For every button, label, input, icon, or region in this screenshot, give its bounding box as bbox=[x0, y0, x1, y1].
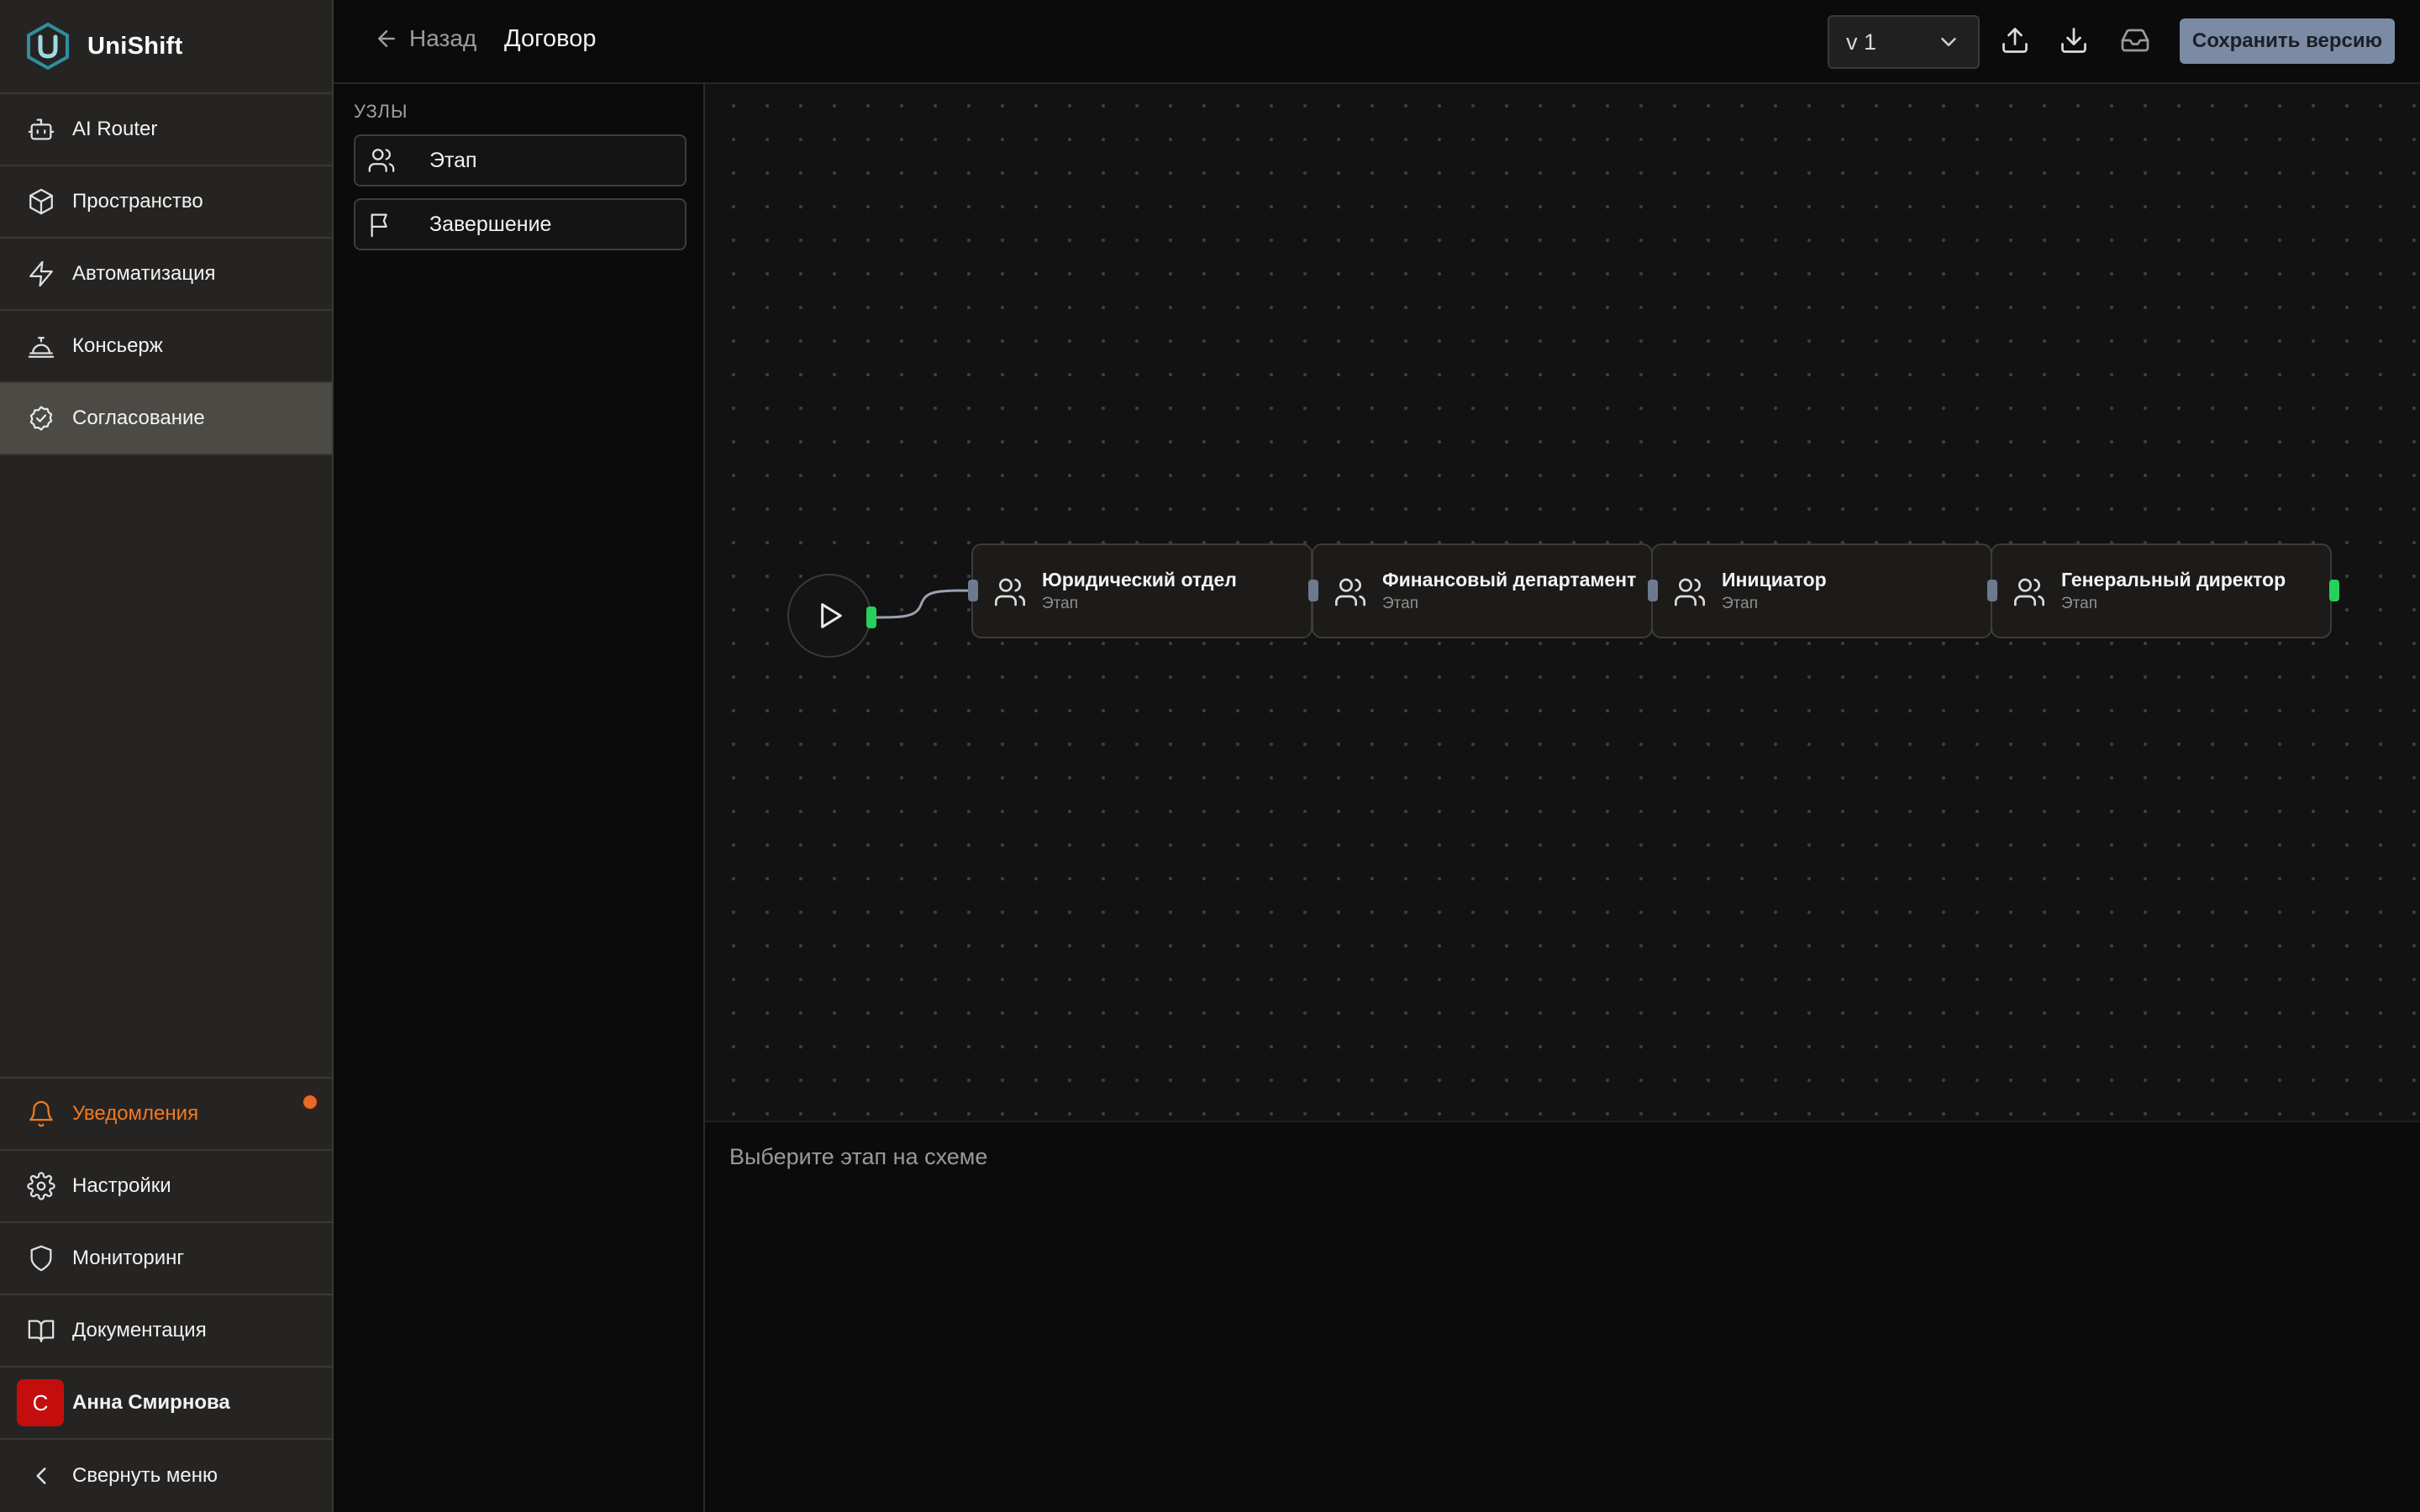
start-output-handle[interactable] bbox=[866, 606, 876, 628]
stage-type: Этап bbox=[1722, 595, 1759, 612]
stage-input-handle[interactable] bbox=[968, 580, 978, 601]
stage-input-handle[interactable] bbox=[1987, 580, 1997, 601]
empty-selection-hint: Выберите этап на схеме bbox=[729, 1144, 988, 1169]
stage-title: Финансовый департамент bbox=[1382, 569, 1637, 591]
stage-title: Юридический отдел bbox=[1042, 569, 1237, 591]
stage-details-panel: Выберите этап на схеме bbox=[705, 1121, 2420, 1512]
stage-node-finance[interactable]: Финансовый департамент Этап bbox=[1312, 543, 1653, 638]
stage-type: Этап bbox=[2061, 595, 2098, 612]
users-icon bbox=[1335, 578, 1365, 606]
stage-input-handle[interactable] bbox=[1308, 580, 1318, 601]
stage-output-handle[interactable] bbox=[2329, 580, 2339, 601]
users-icon bbox=[995, 578, 1025, 606]
stage-title: Генеральный директор bbox=[2061, 569, 2286, 591]
users-icon bbox=[1675, 578, 1705, 606]
users-icon bbox=[2014, 578, 2044, 606]
play-icon bbox=[821, 603, 842, 628]
stage-node-initiator[interactable]: Инициатор Этап bbox=[1651, 543, 1992, 638]
start-node[interactable] bbox=[787, 574, 871, 658]
stage-input-handle[interactable] bbox=[1648, 580, 1658, 601]
stage-node-legal[interactable]: Юридический отдел Этап bbox=[971, 543, 1313, 638]
stage-title: Инициатор bbox=[1722, 569, 1827, 591]
stage-type: Этап bbox=[1042, 595, 1079, 612]
stage-node-ceo[interactable]: Генеральный директор Этап bbox=[1991, 543, 2332, 638]
stage-type: Этап bbox=[1382, 595, 1419, 612]
